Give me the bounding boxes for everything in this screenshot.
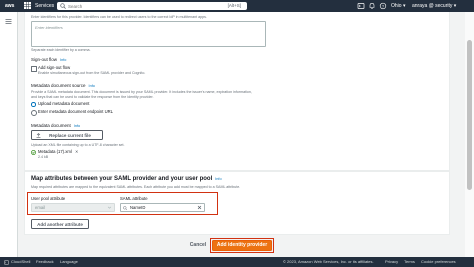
metadata-source-help-1: Provide a SAML metadata document. This d… — [31, 90, 252, 94]
footer-feedback-link[interactable]: Feedback — [36, 257, 54, 267]
metadata-source-help-2: and keys that can be used to validate th… — [31, 95, 154, 99]
top-navigation-bar: aws Services [Alt+S] ? Ohio ▾ anraya @ s… — [0, 0, 474, 12]
region-selector[interactable]: Ohio ▾ — [391, 1, 405, 11]
svg-text:?: ? — [382, 3, 385, 8]
saml-attribute-value: NameID — [130, 205, 146, 210]
account-menu[interactable]: anraya @ security ▾ — [412, 1, 456, 11]
chevron-down-icon — [107, 206, 112, 209]
uploaded-file-size: 2.4 kB — [38, 155, 49, 159]
page-scrollbar[interactable] — [465, 12, 474, 257]
metadata-document-label-text: Metadata document — [31, 123, 71, 128]
footer-cloudshell-link[interactable]: CloudShell — [11, 257, 30, 267]
radio-upload-metadata[interactable] — [31, 102, 36, 107]
attribute-mapping-heading: Map attributes between your SAML provide… — [31, 176, 222, 182]
cancel-button[interactable]: Cancel — [185, 240, 211, 250]
clear-input-icon[interactable] — [197, 205, 202, 210]
signout-label-text: Sign-out flow — [31, 57, 58, 62]
footer-language-link[interactable]: Language — [60, 257, 78, 267]
footer-terms-link[interactable]: Terms — [404, 257, 415, 267]
saml-attribute-label: SAML attribute — [120, 196, 148, 201]
services-menu[interactable]: Services — [35, 1, 54, 11]
cloudshell-icon — [4, 259, 9, 265]
menu-icon[interactable] — [5, 18, 12, 25]
signout-info-link[interactable]: Info — [60, 58, 66, 62]
search-icon — [60, 3, 66, 9]
footer-copyright: © 2023, Amazon Web Services, Inc. or its… — [283, 259, 374, 264]
footer-cookie-link[interactable]: Cookie preferences — [421, 257, 456, 267]
upload-icon — [36, 133, 41, 138]
saml-attribute-input[interactable]: NameID — [120, 203, 205, 212]
metadata-document-label: Metadata document Info — [31, 123, 80, 128]
search-shortcut: [Alt+S] — [227, 3, 241, 8]
metadata-source-info-link[interactable]: Info — [89, 84, 95, 88]
radio-upload-label: Upload metadata document — [38, 101, 90, 106]
signout-checkbox[interactable] — [31, 66, 37, 72]
side-navigation-rail — [0, 12, 18, 257]
identifiers-placeholder: Enter identifiers — [35, 25, 63, 30]
user-pool-attribute-select: email — [31, 203, 115, 212]
metadata-source-label: Metadata document source Info — [31, 83, 95, 88]
add-identity-provider-button[interactable]: Add identity provider — [212, 240, 272, 251]
replace-file-label: Replace current file — [49, 133, 91, 138]
signout-checkbox-label: Add sign-out flow — [38, 65, 71, 70]
success-check-icon — [31, 150, 36, 155]
signout-label: Sign-out flow Info — [31, 57, 66, 62]
identifiers-textarea[interactable]: Enter identifiers — [31, 21, 266, 47]
apps-grid-icon[interactable] — [24, 2, 31, 9]
cloudshell-icon[interactable] — [357, 2, 365, 10]
footer-privacy-link[interactable]: Privacy — [385, 257, 398, 267]
metadata-document-info-link[interactable]: Info — [74, 124, 80, 128]
aws-logo[interactable]: aws — [5, 2, 18, 10]
attribute-mapping-heading-text: Map attributes between your SAML provide… — [31, 176, 213, 182]
attribute-mapping-help: Map required attributes are mapped to th… — [31, 185, 241, 189]
radio-url-label: Enter metadata document endpoint URL — [38, 109, 113, 114]
identifiers-help: Enter identifiers for this provider. Ide… — [31, 15, 207, 19]
notifications-icon[interactable] — [368, 2, 376, 10]
search-icon — [123, 205, 128, 210]
global-search[interactable]: [Alt+S] — [57, 2, 247, 10]
user-pool-attribute-value: email — [35, 205, 46, 210]
console-footer: CloudShell Feedback Language © 2023, Ama… — [0, 257, 474, 267]
metadata-source-label-text: Metadata document source — [31, 83, 86, 88]
search-input[interactable] — [68, 2, 218, 10]
add-attribute-button[interactable]: Add another attribute — [31, 219, 89, 229]
scrollbar-thumb[interactable] — [467, 40, 472, 190]
uploaded-file-name: Metadata (17).xml — [38, 149, 72, 154]
remove-file-icon[interactable]: ✕ — [75, 149, 79, 154]
file-help: Upload an XML file containing up to a UT… — [31, 143, 125, 147]
signout-help: Enable simultaneous sign-out from the SA… — [38, 71, 146, 75]
help-icon[interactable]: ? — [379, 2, 387, 10]
replace-file-button[interactable]: Replace current file — [31, 130, 103, 140]
radio-metadata-url[interactable] — [31, 110, 37, 116]
attribute-mapping-info-link[interactable]: Info — [215, 177, 221, 181]
identifiers-note: Separate each identifier by a comma. — [31, 48, 91, 52]
user-pool-attribute-label: User pool attribute — [31, 196, 66, 201]
